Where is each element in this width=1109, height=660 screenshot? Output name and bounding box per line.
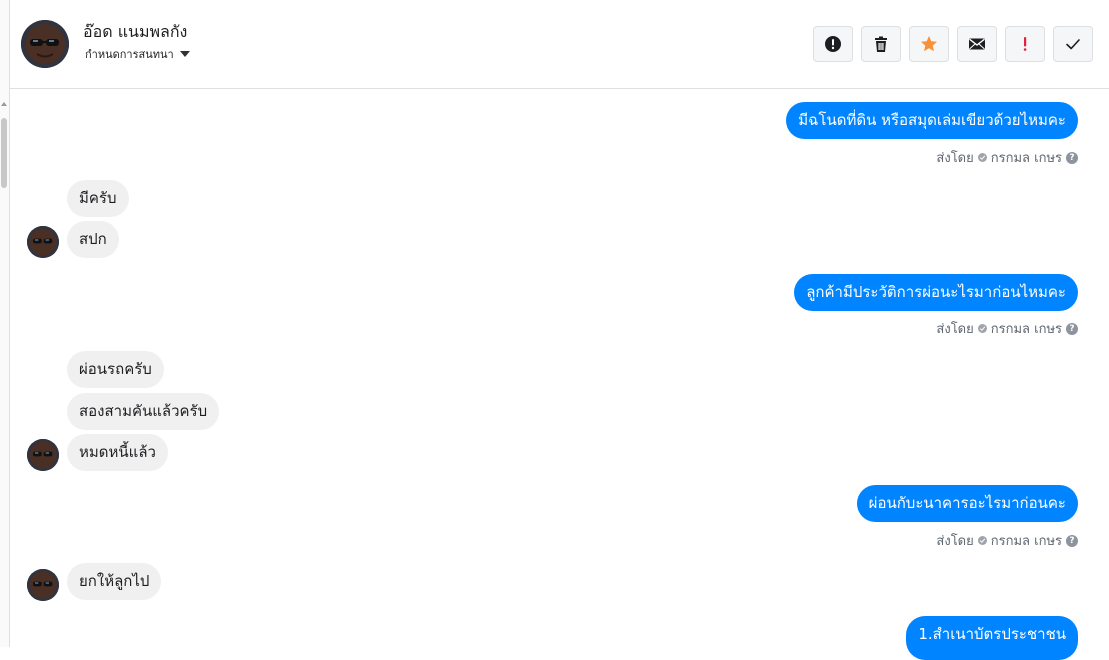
contact-avatar-small[interactable] bbox=[27, 226, 59, 258]
incoming-message[interactable]: สปก bbox=[67, 221, 119, 258]
contact-avatar-small[interactable] bbox=[27, 569, 59, 601]
mark-spam-button[interactable] bbox=[813, 26, 853, 62]
outgoing-message[interactable]: 1.สำเนาบัตรประชาชน bbox=[906, 616, 1078, 660]
message-feed[interactable]: มีฉโนดที่ดิน หรือสมุดเล่มเขียวด้วยไหมคะ … bbox=[10, 89, 1109, 660]
checkmark-icon bbox=[1066, 39, 1080, 50]
scrollbar-thumb[interactable] bbox=[1, 118, 7, 188]
help-question-icon[interactable]: ? bbox=[1066, 322, 1078, 335]
envelope-icon bbox=[969, 38, 985, 50]
sent-by-info: ส่งโดย กรกมล เกษร ? bbox=[936, 530, 1078, 551]
conversation-settings-dropdown[interactable]: กำหนดการสนทนา bbox=[85, 45, 190, 63]
contact-avatar-small[interactable] bbox=[27, 439, 59, 471]
delete-button[interactable] bbox=[861, 26, 901, 62]
sender-name[interactable]: กรกมล เกษร bbox=[991, 318, 1062, 339]
incoming-message[interactable]: ผ่อนรถครับ bbox=[67, 351, 164, 388]
sender-name[interactable]: กรกมล เกษร bbox=[991, 530, 1062, 551]
sent-by-label: ส่งโดย bbox=[936, 322, 974, 337]
sent-by-label: ส่งโดย bbox=[936, 534, 974, 549]
exclamation-icon bbox=[1023, 37, 1027, 51]
mark-unread-button[interactable] bbox=[957, 26, 997, 62]
star-button[interactable] bbox=[909, 26, 949, 62]
outgoing-message[interactable]: ผ่อนกับะนาคารอะไรมาก่อนคะ bbox=[856, 485, 1078, 522]
outgoing-message[interactable]: มีฉโนดที่ดิน หรือสมุดเล่มเขียวด้วยไหมคะ bbox=[786, 102, 1078, 139]
incoming-message[interactable]: หมดหนี้แล้ว bbox=[67, 434, 168, 471]
contact-name: อ๊อด แนมพลกัง bbox=[83, 22, 188, 41]
chevron-down-icon bbox=[179, 51, 190, 57]
sent-by-info: ส่งโดย กรกมล เกษร ? bbox=[936, 147, 1078, 168]
outgoing-message[interactable]: ลูกค้ามีประวัติการผ่อนะไรมาก่อนไหมคะ bbox=[794, 274, 1078, 311]
left-panel-scrollbar[interactable] bbox=[0, 0, 10, 647]
alert-circle-icon bbox=[825, 36, 841, 52]
incoming-message[interactable]: มีครับ bbox=[67, 180, 129, 217]
conversation-header: อ๊อด แนมพลกัง กำหนดการสนทนา bbox=[10, 0, 1109, 89]
sent-by-info: ส่งโดย กรกมล เกษร ? bbox=[936, 318, 1078, 339]
sent-by-label: ส่งโดย bbox=[936, 151, 974, 166]
conversation-settings-label: กำหนดการสนทนา bbox=[85, 48, 174, 61]
incoming-message[interactable]: ยกให้ลูกไป bbox=[67, 563, 162, 600]
sender-name[interactable]: กรกมล เกษร bbox=[991, 147, 1062, 168]
verified-check-icon bbox=[977, 324, 987, 333]
contact-avatar[interactable] bbox=[21, 20, 69, 68]
verified-check-icon bbox=[977, 153, 987, 162]
follow-up-button[interactable] bbox=[1005, 26, 1045, 62]
help-question-icon[interactable]: ? bbox=[1066, 151, 1078, 164]
mark-done-button[interactable] bbox=[1053, 26, 1093, 62]
trash-icon bbox=[875, 36, 887, 52]
star-icon bbox=[921, 36, 937, 52]
incoming-message[interactable]: สองสามคันแล้วครับ bbox=[67, 393, 220, 430]
conversation-toolbar bbox=[813, 26, 1093, 62]
scroll-up-arrow-icon[interactable] bbox=[1, 102, 7, 106]
help-question-icon[interactable]: ? bbox=[1066, 534, 1078, 547]
verified-check-icon bbox=[977, 536, 987, 545]
